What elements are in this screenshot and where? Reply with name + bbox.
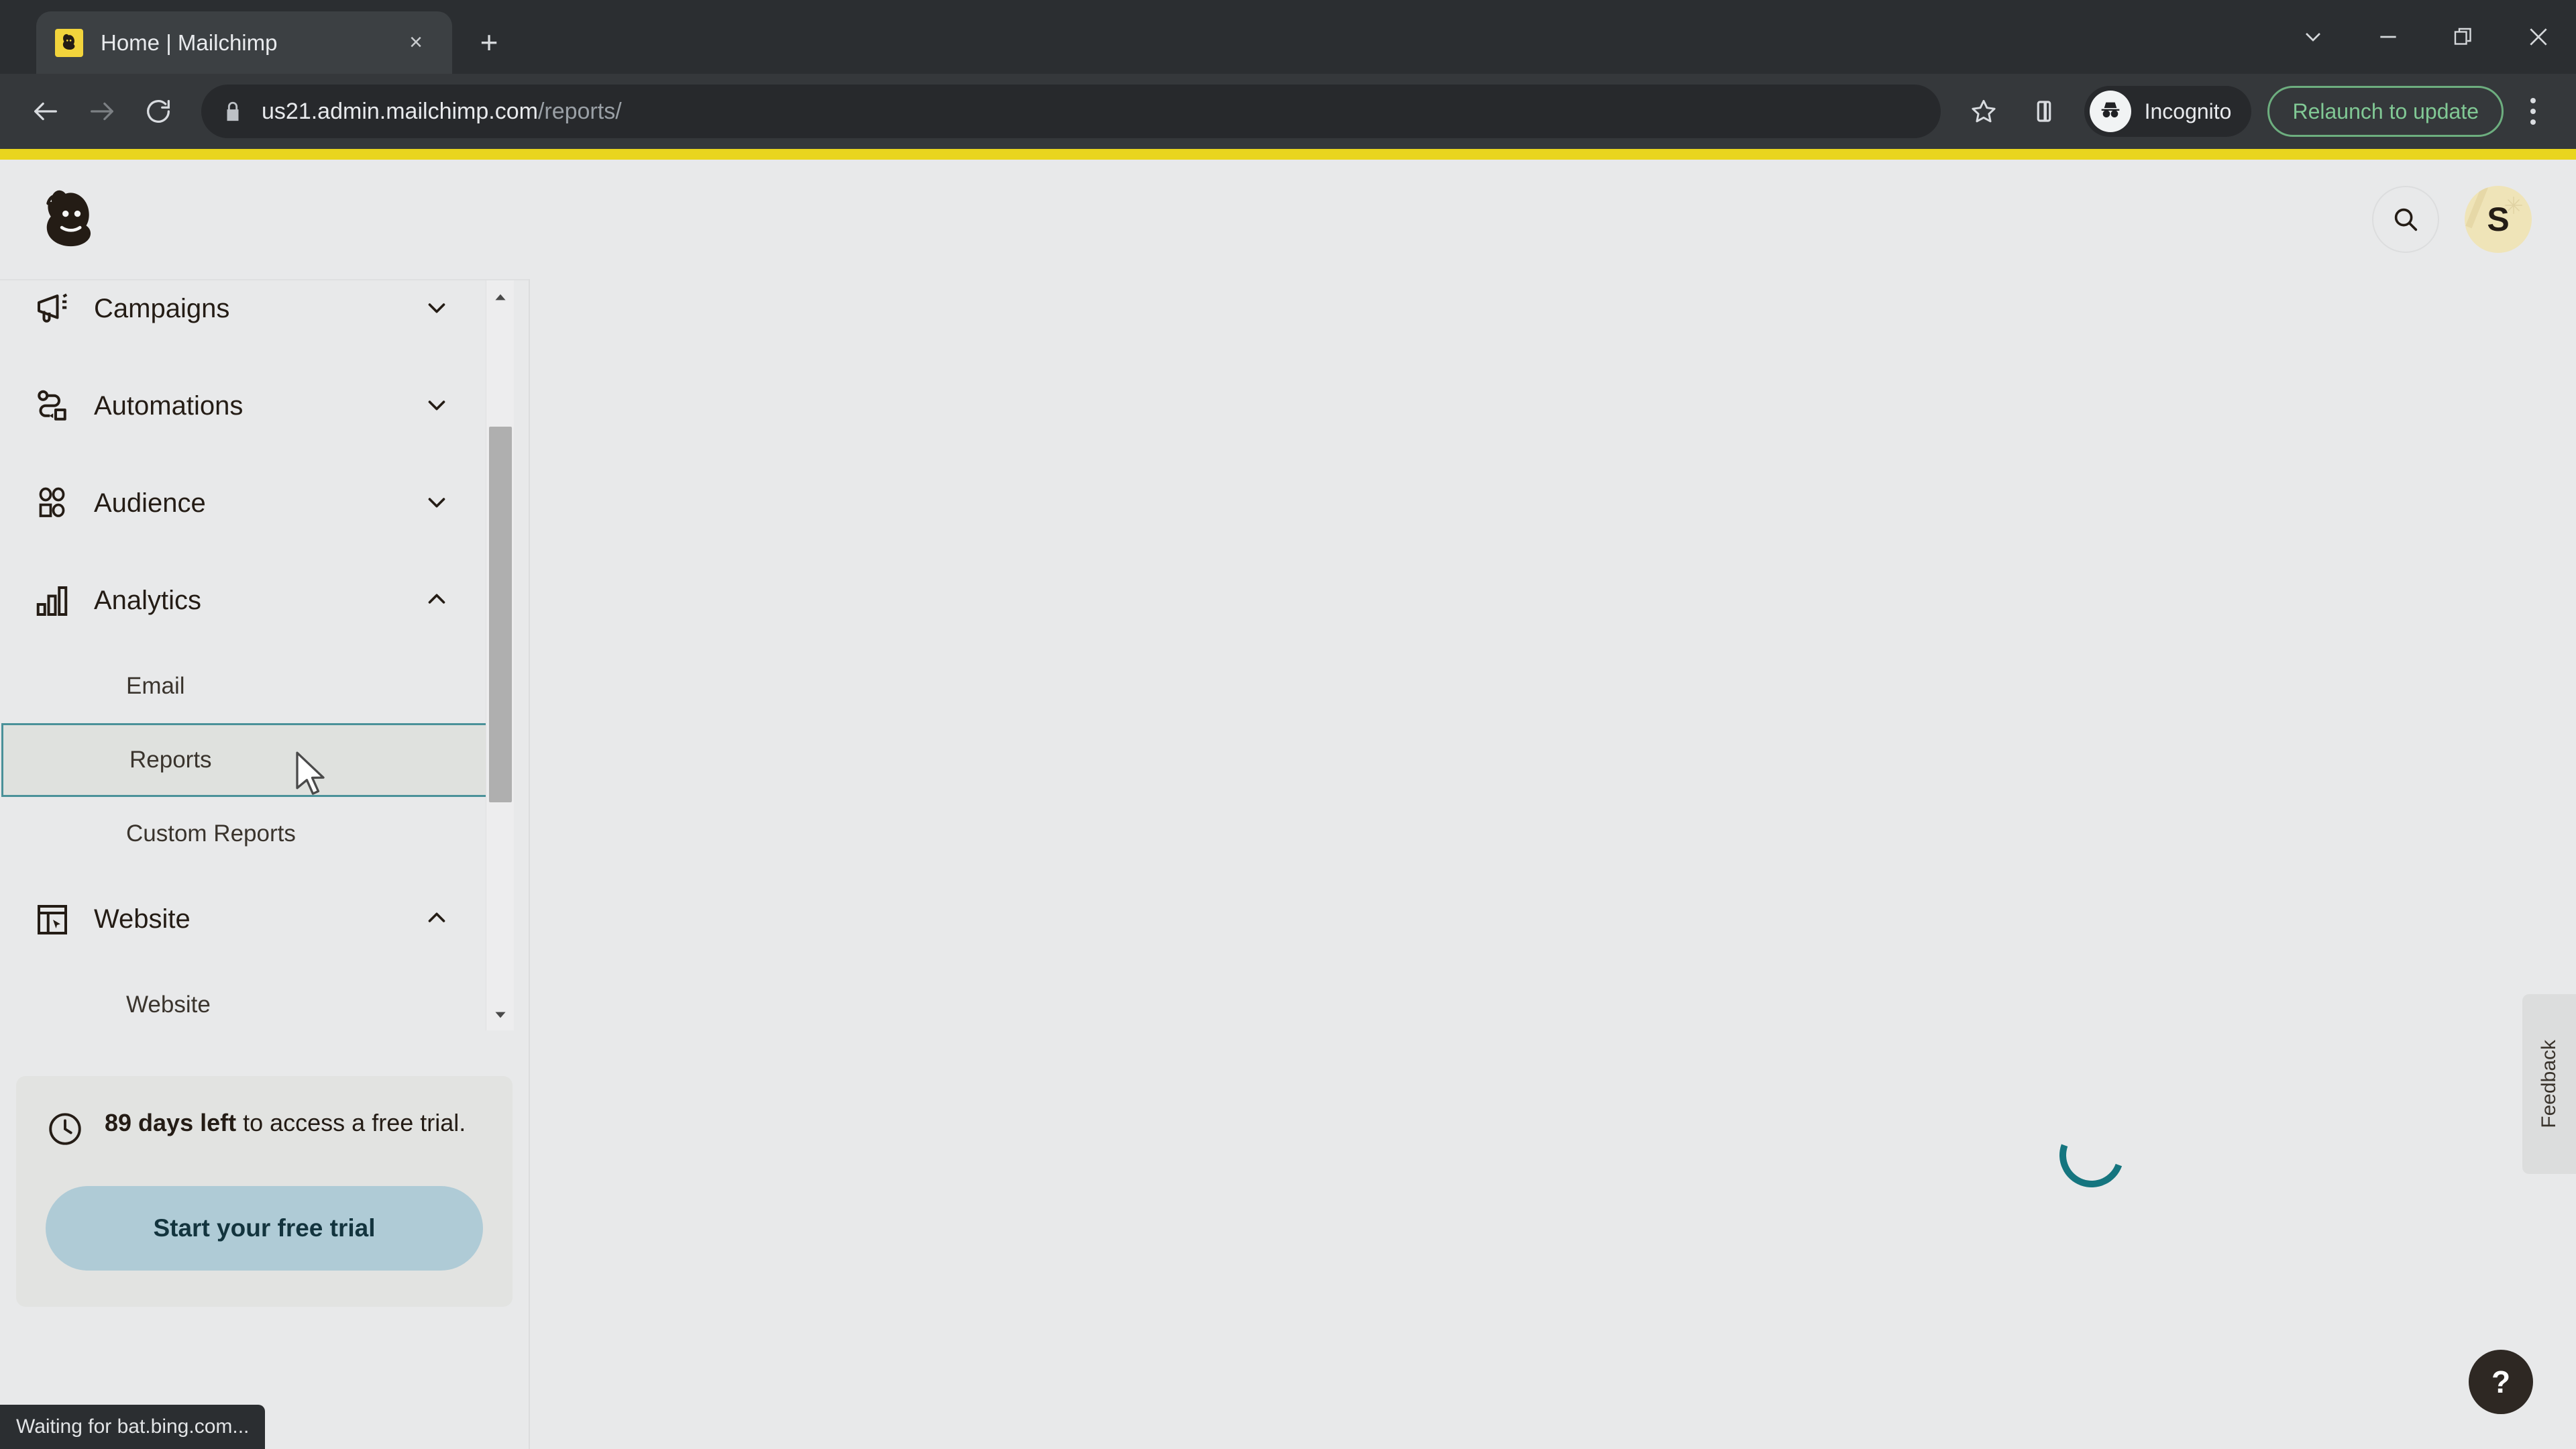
side-panel-icon[interactable] — [2019, 86, 2070, 137]
close-window-icon[interactable] — [2501, 0, 2576, 74]
clock-icon — [49, 1113, 81, 1145]
browser-window: Home | Mailchimp × + us21.admin.mailchim… — [0, 0, 2576, 1449]
page-body: Campaigns Automations Audience Analytics… — [0, 279, 2576, 1449]
app-header: S — [0, 160, 2576, 279]
sidebar-scrollbar[interactable] — [486, 280, 514, 1030]
trial-days-left: 89 days left — [105, 1109, 237, 1136]
address-bar-text: us21.admin.mailchimp.com/reports/ — [262, 99, 622, 125]
sidebar-item-label: Automations — [94, 391, 244, 421]
url-host: us21.admin.mailchimp.com — [262, 98, 538, 124]
free-trial-card: 89 days left to access a free trial. Sta… — [16, 1076, 513, 1307]
sidebar-item-label: Audience — [94, 488, 206, 518]
sidebar-subitem-custom-reports[interactable]: Custom Reports — [0, 797, 496, 871]
sidebar-item-campaigns[interactable]: Campaigns — [0, 280, 496, 358]
chevron-down-icon[interactable] — [423, 390, 451, 422]
trial-message: 89 days left to access a free trial. — [105, 1107, 483, 1148]
megaphone-icon — [32, 289, 82, 329]
sidebar-item-automations[interactable]: Automations — [0, 358, 496, 455]
avatar-texture — [2465, 186, 2489, 229]
close-icon[interactable]: × — [398, 25, 433, 60]
sidebar-scrollbar-thumb[interactable] — [489, 427, 512, 802]
sidebar-nav-scroll: Campaigns Automations Audience Analytics… — [0, 279, 529, 1030]
help-button[interactable]: ? — [2469, 1350, 2533, 1414]
incognito-badge[interactable]: Incognito — [2084, 86, 2252, 137]
browser-toolbar: us21.admin.mailchimp.com/reports/ Incogn… — [0, 74, 2576, 149]
mailchimp-freddie-logo[interactable] — [35, 182, 110, 257]
website-icon — [32, 900, 82, 940]
minimize-icon[interactable] — [2351, 0, 2426, 74]
loading-spinner — [2049, 1112, 2135, 1198]
sidebar-subitem-email[interactable]: Email — [0, 649, 496, 723]
scroll-up-arrow-icon[interactable] — [486, 280, 515, 314]
sidebar-item-audience[interactable]: Audience — [0, 455, 496, 552]
tab-title: Home | Mailchimp — [101, 30, 278, 55]
avatar[interactable]: S — [2465, 186, 2532, 253]
feedback-label: Feedback — [2538, 1040, 2560, 1128]
incognito-label: Incognito — [2144, 99, 2232, 123]
trial-message-rest: to access a free trial. — [236, 1109, 466, 1136]
chevron-up-icon[interactable] — [423, 585, 451, 616]
sidebar-item-label: Analytics — [94, 586, 202, 615]
sidebar-item-analytics[interactable]: Analytics — [0, 552, 496, 649]
start-free-trial-button[interactable]: Start your free trial — [46, 1186, 483, 1271]
search-icon[interactable] — [2372, 186, 2439, 253]
back-arrow-icon[interactable] — [17, 83, 74, 140]
sidebar-item-label: Website — [94, 904, 191, 934]
sidebar: Campaigns Automations Audience Analytics… — [0, 279, 530, 1449]
sparkle-icon — [2505, 197, 2522, 214]
url-path: /reports/ — [537, 98, 622, 124]
bookmark-star-icon[interactable] — [1955, 83, 2012, 140]
reload-icon[interactable] — [130, 83, 186, 140]
incognito-avatar-icon — [2089, 91, 2131, 132]
bar-chart-icon — [32, 581, 82, 621]
sidebar-item-label: Campaigns — [94, 294, 230, 323]
page-viewport: S Campaigns Automations Audience Analyti… — [0, 149, 2576, 1449]
status-bar: Waiting for bat.bing.com... — [0, 1405, 266, 1449]
feedback-tab[interactable]: Feedback — [2522, 994, 2576, 1174]
new-tab-button[interactable]: + — [467, 20, 511, 64]
sidebar-subitem-reports[interactable]: Reports — [1, 723, 504, 797]
people-icon — [32, 484, 82, 524]
relaunch-to-update-button[interactable]: Relaunch to update — [2267, 86, 2504, 137]
chevron-down-icon[interactable] — [423, 488, 451, 519]
sidebar-subitem-website[interactable]: Website — [0, 968, 496, 1030]
chevron-up-icon[interactable] — [423, 904, 451, 935]
sidebar-nav-list: Campaigns Automations Audience Analytics… — [0, 280, 504, 1030]
automation-flow-icon — [32, 386, 82, 427]
restore-icon[interactable] — [2426, 0, 2501, 74]
app-header-actions: S — [2372, 160, 2532, 279]
main-content: Feedback ? — [530, 279, 2576, 1449]
window-controls — [2275, 0, 2576, 74]
lock-icon — [221, 100, 244, 123]
forward-arrow-icon[interactable] — [74, 83, 130, 140]
kebab-menu-icon[interactable] — [2508, 83, 2559, 140]
trial-message-row: 89 days left to access a free trial. — [46, 1107, 483, 1148]
tab-strip: Home | Mailchimp × + — [0, 0, 2576, 74]
tab-search-icon[interactable] — [2275, 0, 2351, 74]
brand-accent-bar — [0, 149, 2576, 160]
mouse-cursor — [296, 751, 325, 795]
chevron-down-icon[interactable] — [423, 293, 451, 325]
address-bar[interactable]: us21.admin.mailchimp.com/reports/ — [201, 85, 1941, 138]
mailchimp-favicon — [55, 28, 83, 57]
scroll-down-arrow-icon[interactable] — [486, 998, 515, 1030]
browser-tab[interactable]: Home | Mailchimp × — [36, 11, 452, 74]
sidebar-item-website[interactable]: Website — [0, 871, 496, 968]
